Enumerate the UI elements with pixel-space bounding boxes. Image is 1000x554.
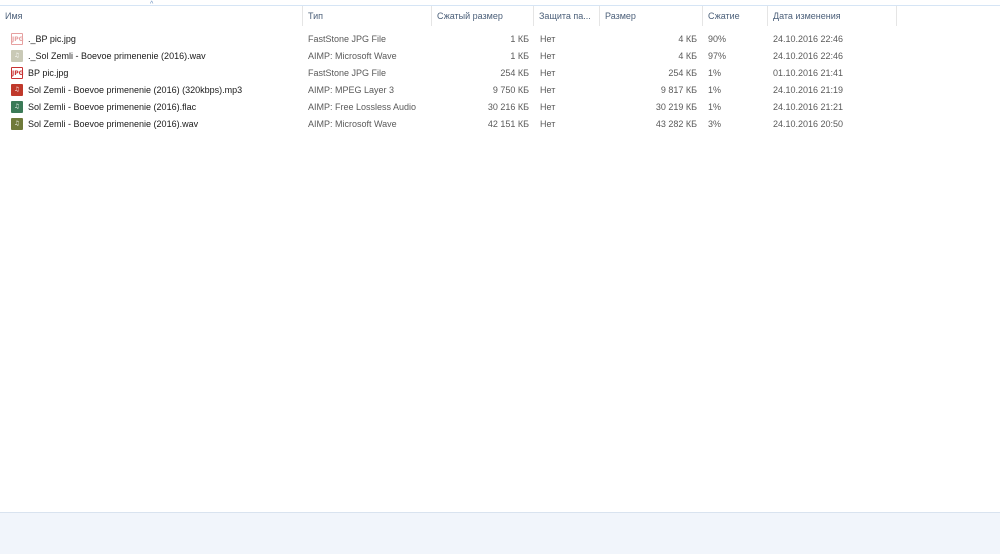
file-protection: Нет [540, 119, 556, 129]
file-protection: Нет [540, 34, 556, 44]
column-header-ratio[interactable]: Сжатие [703, 6, 768, 26]
file-compressed-size: 30 216 КБ [487, 102, 529, 112]
file-type: FastStone JPG File [308, 68, 387, 78]
file-row[interactable]: JPG ._BP pic.jpg FastStone JPG File 1 КБ… [0, 31, 900, 48]
file-size: 4 КБ [678, 51, 697, 61]
file-size: 9 817 КБ [660, 85, 697, 95]
file-row[interactable]: ♫ ._Sol Zemli - Boevoe primenenie (2016)… [0, 48, 900, 65]
file-name: Sol Zemli - Boevoe primenenie (2016).fla… [28, 102, 197, 112]
column-header-compressed-size-label: Сжатый размер [437, 11, 503, 21]
file-ratio: 1% [708, 68, 722, 78]
file-modified: 24.10.2016 21:21 [773, 102, 844, 112]
column-header-type-label: Тип [308, 11, 324, 21]
jpg-file-icon: JPG [11, 67, 24, 79]
file-row[interactable]: ♫ Sol Zemli - Boevoe primenenie (2016).w… [0, 116, 900, 133]
column-header-bar: Имя ^ Тип Сжатый размер Защита па... Раз… [0, 1, 1000, 26]
file-ratio: 1% [708, 85, 722, 95]
flac-file-icon: ♫ [11, 101, 23, 113]
file-name: ._BP pic.jpg [28, 34, 76, 44]
file-protection: Нет [540, 51, 556, 61]
file-row[interactable]: ♫ Sol Zemli - Boevoe primenenie (2016) (… [0, 82, 900, 99]
file-protection: Нет [540, 68, 556, 78]
mp3-file-icon: ♫ [11, 84, 23, 96]
file-size: 254 КБ [668, 68, 697, 78]
column-header-size-label: Размер [605, 11, 636, 21]
file-modified: 24.10.2016 20:50 [773, 119, 844, 129]
file-size: 4 КБ [678, 34, 697, 44]
column-header-name-label: Имя [5, 11, 23, 21]
details-pane [0, 512, 1000, 554]
column-header-type[interactable]: Тип [303, 6, 432, 26]
file-compressed-size: 9 750 КБ [492, 85, 529, 95]
file-name: ._Sol Zemli - Boevoe primenenie (2016).w… [28, 51, 206, 61]
column-header-protection[interactable]: Защита па... [534, 6, 600, 26]
file-modified: 24.10.2016 21:19 [773, 85, 844, 95]
wav-file-icon: ♫ [11, 50, 23, 62]
file-compressed-size: 42 151 КБ [487, 119, 529, 129]
file-row[interactable]: JPG BP pic.jpg FastStone JPG File 254 КБ… [0, 65, 900, 82]
sort-ascending-icon: ^ [150, 1, 154, 8]
file-size: 30 219 КБ [655, 102, 697, 112]
file-protection: Нет [540, 85, 556, 95]
jpg-file-icon: JPG [11, 33, 24, 45]
file-ratio: 90% [708, 34, 727, 44]
column-header-size[interactable]: Размер [600, 6, 703, 26]
file-protection: Нет [540, 102, 556, 112]
file-size: 43 282 КБ [655, 119, 697, 129]
file-type: AIMP: Microsoft Wave [308, 51, 397, 61]
column-header-ratio-label: Сжатие [708, 11, 740, 21]
column-header-compressed-size[interactable]: Сжатый размер [432, 6, 534, 26]
file-row[interactable]: ♫ Sol Zemli - Boevoe primenenie (2016).f… [0, 99, 900, 116]
file-name: BP pic.jpg [28, 68, 69, 78]
file-type: AIMP: MPEG Layer 3 [308, 85, 395, 95]
file-ratio: 3% [708, 119, 722, 129]
file-compressed-size: 1 КБ [510, 51, 529, 61]
file-name: Sol Zemli - Boevoe primenenie (2016) (32… [28, 85, 243, 95]
file-compressed-size: 1 КБ [510, 34, 529, 44]
column-header-modified-label: Дата изменения [773, 11, 841, 21]
file-type: FastStone JPG File [308, 34, 387, 44]
file-type: AIMP: Microsoft Wave [308, 119, 397, 129]
file-compressed-size: 254 КБ [500, 68, 529, 78]
wav-file-icon: ♫ [11, 118, 23, 130]
file-name: Sol Zemli - Boevoe primenenie (2016).wav [28, 119, 199, 129]
column-header-protection-label: Защита па... [539, 11, 591, 21]
file-modified: 01.10.2016 21:41 [773, 68, 844, 78]
file-modified: 24.10.2016 22:46 [773, 51, 844, 61]
file-modified: 24.10.2016 22:46 [773, 34, 844, 44]
column-header-name[interactable]: Имя [0, 6, 303, 26]
file-type: AIMP: Free Lossless Audio [308, 102, 417, 112]
file-ratio: 1% [708, 102, 722, 112]
file-ratio: 97% [708, 51, 727, 61]
column-header-modified[interactable]: Дата изменения [768, 6, 897, 26]
